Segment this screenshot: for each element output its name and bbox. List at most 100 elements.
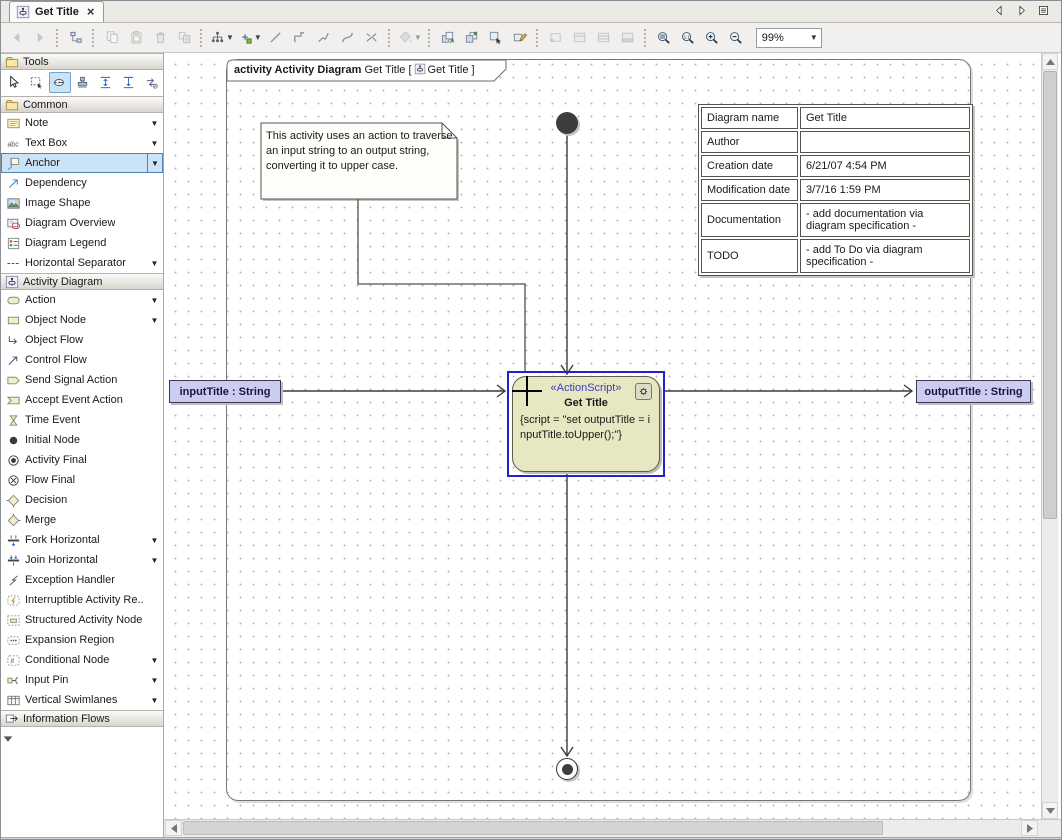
vertical-scrollbar[interactable] (1041, 53, 1058, 819)
output-parameter-node[interactable]: outputTitle : String (916, 380, 1031, 403)
palette-section-common[interactable]: Common (1, 96, 163, 113)
next-tab-button[interactable] (1014, 3, 1029, 18)
palette-item-input-pin[interactable]: Input Pin▼ (1, 670, 163, 690)
chevron-down-icon[interactable]: ▼ (147, 139, 162, 148)
palette-item-accept-event-action[interactable]: Accept Event Action (1, 390, 163, 410)
containment-tree-button[interactable] (64, 26, 88, 50)
chevron-down-icon[interactable]: ▼ (147, 296, 162, 305)
palette-item-fork-horizontal[interactable]: Fork Horizontal▼ (1, 530, 163, 550)
chevron-down-icon[interactable]: ▼ (147, 119, 162, 128)
palette-item-time-event[interactable]: Time Event (1, 410, 163, 430)
palette-section-tools[interactable]: Tools (1, 53, 163, 70)
zoom-level-select[interactable]: 99% ▼ (756, 28, 822, 48)
swap-elements-tool-button[interactable] (140, 72, 162, 93)
quick-layout-button[interactable]: ▼ (208, 26, 236, 50)
paste-duplicate-icon (177, 30, 192, 45)
input-parameter-node[interactable]: inputTitle : String (169, 380, 281, 403)
action-icon (6, 293, 21, 308)
chevron-down-icon[interactable]: ▼ (147, 696, 162, 705)
palette-item-expansion-region[interactable]: Expansion Region (1, 630, 163, 650)
palette-item-initial-node[interactable]: Initial Node (1, 430, 163, 450)
bring-to-front-button[interactable] (436, 26, 460, 50)
oval-select-tool-button[interactable] (49, 72, 71, 93)
palette-item-object-flow[interactable]: Object Flow (1, 330, 163, 350)
scroll-up-button[interactable] (1042, 53, 1058, 70)
edit-shape-button[interactable] (508, 26, 532, 50)
line-oblique-button[interactable] (312, 26, 336, 50)
palette-item-text-box[interactable]: abcText Box▼ (1, 133, 163, 153)
frame-header[interactable]: activity Activity Diagram Get Title [Get… (234, 63, 475, 76)
tab-list-button[interactable] (1036, 3, 1051, 18)
chevron-down-icon[interactable]: ▼ (147, 556, 162, 565)
palette-section-activity-diagram[interactable]: Activity Diagram (1, 273, 163, 290)
stamp-tool-button[interactable] (72, 72, 94, 93)
chevron-down-icon[interactable]: ▼ (147, 536, 162, 545)
line-curved-button[interactable] (336, 26, 360, 50)
zoom-region-button[interactable] (652, 26, 676, 50)
palette-expander-icon[interactable] (1, 727, 163, 746)
initial-node[interactable] (556, 112, 578, 134)
match-size-tool-button[interactable] (117, 72, 139, 93)
palette-item-activity-final[interactable]: Activity Final (1, 450, 163, 470)
action-script-text: {script = "set outputTitle = inputTitle.… (520, 413, 652, 443)
palette-item-dependency[interactable]: Dependency (1, 173, 163, 193)
palette-item-structured-activity-node[interactable]: Structured Activity Node (1, 610, 163, 630)
chevron-down-icon[interactable]: ▼ (147, 656, 162, 665)
chevron-down-icon[interactable]: ▼ (147, 676, 162, 685)
chevron-down-icon[interactable]: ▼ (147, 259, 162, 268)
palette-item-diagram-overview[interactable]: Diagram Overview (1, 213, 163, 233)
horizontal-scrollbar[interactable] (164, 819, 1061, 837)
tab-get-title[interactable]: Get Title × (9, 1, 104, 22)
activity-diagram-icon (414, 63, 426, 75)
line-crossing-button[interactable] (360, 26, 384, 50)
diagram-canvas[interactable]: activity Activity Diagram Get Title [Get… (164, 53, 1041, 819)
palette-item-note[interactable]: Note▼ (1, 113, 163, 133)
action-node-get-title[interactable]: «ActionScript» Get Title {script = "set … (512, 376, 660, 472)
note-comment[interactable]: This activity uses an action to traverse… (266, 129, 454, 174)
palette-item-anchor[interactable]: Anchor▼ (1, 153, 163, 173)
palette-item-horizontal-separator[interactable]: Horizontal Separator▼ (1, 253, 163, 273)
palette-item-vertical-swimlanes[interactable]: Vertical Swimlanes▼ (1, 690, 163, 710)
quick-layout-icon (210, 30, 225, 45)
chevron-down-icon[interactable]: ▼ (147, 316, 162, 325)
palette-item-label: Interruptible Activity Re... (25, 594, 143, 606)
scroll-down-button[interactable] (1042, 802, 1058, 819)
close-icon[interactable]: × (87, 7, 95, 17)
pointer-tool-button[interactable] (3, 72, 25, 93)
horizontal-scrollbar-thumb[interactable] (183, 821, 883, 835)
toolbar-separator (644, 29, 648, 47)
palette-item-conditional-node[interactable]: ifConditional Node▼ (1, 650, 163, 670)
palette-item-exception-handler[interactable]: Exception Handler (1, 570, 163, 590)
palette-section-information-flows[interactable]: Information Flows (1, 710, 163, 727)
palette-item-join-horizontal[interactable]: Join Horizontal▼ (1, 550, 163, 570)
diagram-info-table[interactable]: Diagram nameGet TitleAuthor Creation dat… (698, 104, 973, 276)
palette-item-flow-final[interactable]: Flow Final (1, 470, 163, 490)
select-related-button[interactable] (484, 26, 508, 50)
palette-item-diagram-legend[interactable]: Diagram Legend (1, 233, 163, 253)
scroll-left-button[interactable] (165, 820, 182, 836)
scroll-right-button[interactable] (1021, 820, 1038, 836)
line-rectilinear-button[interactable] (288, 26, 312, 50)
add-related-button[interactable]: ▼ (236, 26, 264, 50)
palette-item-image-shape[interactable]: Image Shape (1, 193, 163, 213)
vertical-distribute-tool-button[interactable] (94, 72, 116, 93)
zoom-out-button[interactable] (724, 26, 748, 50)
zoom-in-button[interactable] (700, 26, 724, 50)
palette-item-decision[interactable]: Decision (1, 490, 163, 510)
palette-item-send-signal-action[interactable]: Send Signal Action (1, 370, 163, 390)
palette-item-interruptible-activity-re-[interactable]: Interruptible Activity Re... (1, 590, 163, 610)
gear-icon[interactable] (635, 383, 652, 400)
prev-tab-button[interactable] (992, 3, 1007, 18)
marquee-select-tool-button[interactable] (26, 72, 48, 93)
chevron-down-icon[interactable]: ▼ (147, 154, 162, 172)
activity-final-node[interactable] (556, 758, 578, 780)
palette-item-object-node[interactable]: Object Node▼ (1, 310, 163, 330)
zoom-1-1-button[interactable]: 1:1 (676, 26, 700, 50)
palette-item-merge[interactable]: Merge (1, 510, 163, 530)
send-to-back-button[interactable] (460, 26, 484, 50)
palette-item-action[interactable]: Action▼ (1, 290, 163, 310)
chevron-down-icon: ▼ (254, 33, 262, 42)
line-straight-button[interactable] (264, 26, 288, 50)
vertical-scrollbar-thumb[interactable] (1043, 71, 1057, 519)
palette-item-control-flow[interactable]: Control Flow (1, 350, 163, 370)
